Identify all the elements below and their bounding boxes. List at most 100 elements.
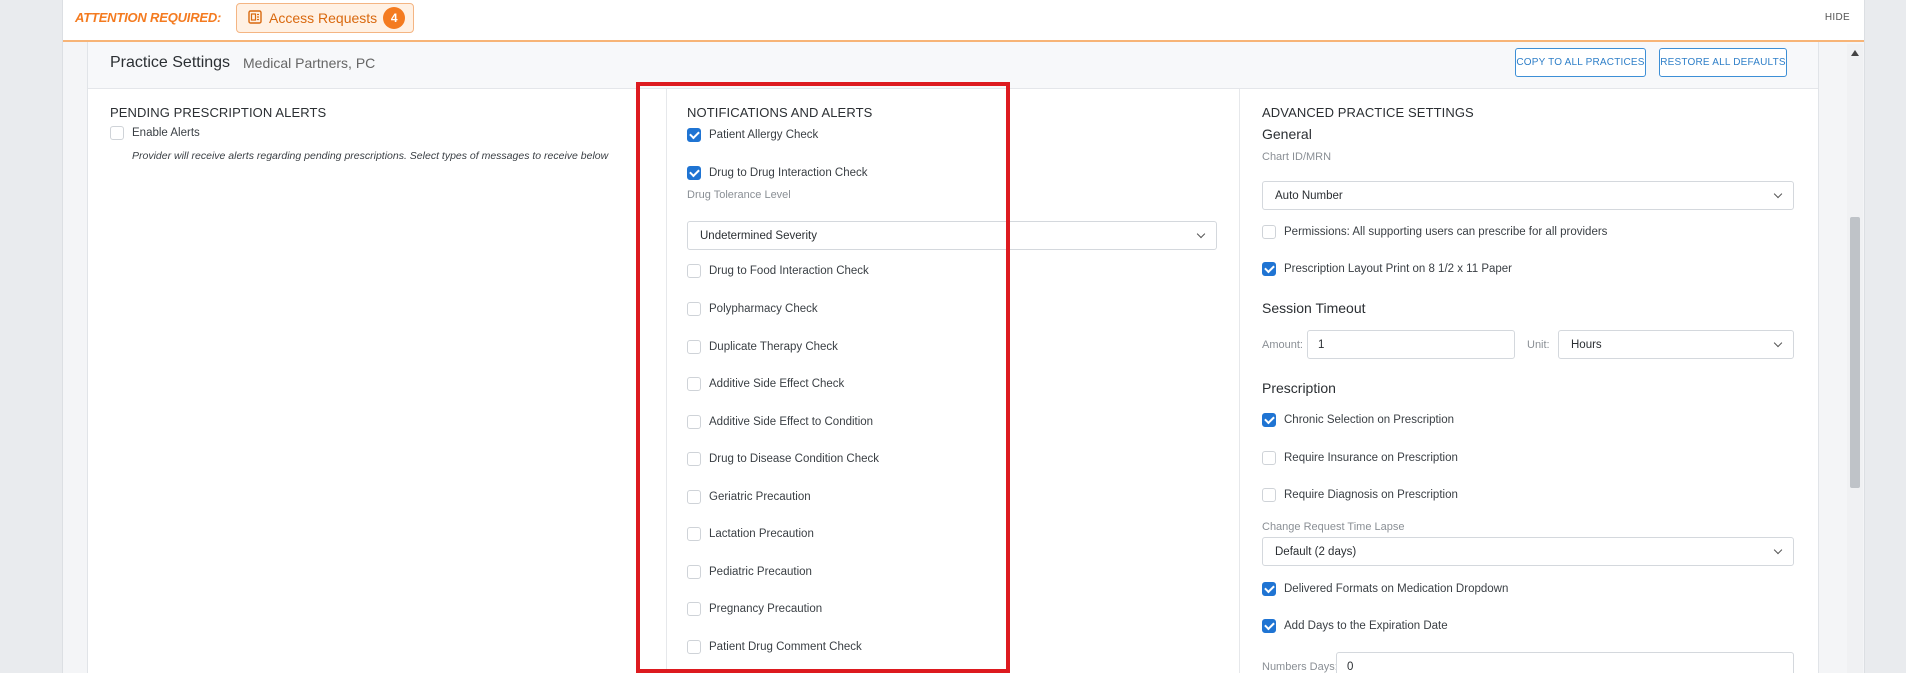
chart-id-select[interactable]: Auto Number — [1262, 181, 1794, 210]
checkbox-box[interactable] — [687, 264, 701, 278]
pending-alerts-column: PENDING PRESCRIPTION ALERTS Enable Alert… — [88, 89, 666, 673]
checkbox-box[interactable] — [687, 128, 701, 142]
checkbox-box[interactable] — [1262, 451, 1276, 465]
pending-alerts-helper-text: Provider will receive alerts regarding p… — [132, 150, 609, 162]
require-diagnosis-checkbox[interactable]: Require Diagnosis on Prescription — [1262, 488, 1458, 502]
prescription-subtitle: Prescription — [1262, 380, 1336, 396]
patient-allergy-check-checkbox[interactable]: Patient Allergy Check — [687, 128, 818, 142]
permissions-label: Permissions: All supporting users can pr… — [1284, 226, 1608, 238]
drug-disease-condition-checkbox[interactable]: Drug to Disease Condition Check — [687, 452, 879, 466]
restore-all-defaults-button[interactable]: RESTORE ALL DEFAULTS — [1659, 48, 1787, 77]
attention-bar: ATTENTION REQUIRED: Access Requests 4 HI… — [63, 0, 1864, 42]
drug-food-interaction-checkbox[interactable]: Drug to Food Interaction Check — [687, 264, 869, 278]
checkbox-label: Lactation Precaution — [709, 528, 814, 540]
chart-id-value: Auto Number — [1275, 189, 1343, 202]
polypharmacy-check-checkbox[interactable]: Polypharmacy Check — [687, 302, 818, 316]
access-requests-label: Access Requests — [269, 10, 378, 26]
change-request-select[interactable]: Default (2 days) — [1262, 537, 1794, 566]
additive-side-effect-checkbox[interactable]: Additive Side Effect Check — [687, 377, 844, 391]
chevron-down-icon — [1773, 189, 1783, 199]
chronic-selection-label: Chronic Selection on Prescription — [1284, 414, 1455, 426]
checkbox-box[interactable] — [687, 527, 701, 541]
patient-drug-comment-checkbox[interactable]: Patient Drug Comment Check — [687, 640, 862, 654]
checkbox-box[interactable] — [687, 166, 701, 180]
checkbox-box[interactable] — [687, 565, 701, 579]
session-timeout-subtitle: Session Timeout — [1262, 300, 1366, 316]
enable-alerts-checkbox[interactable]: Enable Alerts — [110, 126, 200, 140]
permissions-checkbox[interactable]: Permissions: All supporting users can pr… — [1262, 225, 1607, 239]
drug-tolerance-value: Undetermined Severity — [700, 229, 817, 242]
lactation-precaution-checkbox[interactable]: Lactation Precaution — [687, 527, 814, 541]
require-insurance-label: Require Insurance on Prescription — [1284, 452, 1458, 464]
hide-link[interactable]: HIDE — [1825, 12, 1850, 23]
require-insurance-checkbox[interactable]: Require Insurance on Prescription — [1262, 451, 1458, 465]
notifications-column: NOTIFICATIONS AND ALERTS Patient Allergy… — [666, 89, 1240, 673]
chevron-down-icon — [1773, 338, 1783, 348]
chronic-selection-checkbox[interactable]: Chronic Selection on Prescription — [1262, 413, 1454, 427]
unit-label: Unit: — [1527, 339, 1550, 351]
change-request-label: Change Request Time Lapse — [1262, 521, 1405, 533]
checkbox-box[interactable] — [687, 452, 701, 466]
attention-label: ATTENTION REQUIRED: — [75, 10, 222, 25]
checkbox-box[interactable] — [1262, 488, 1276, 502]
access-requests-button[interactable]: Access Requests 4 — [236, 3, 415, 33]
additive-side-effect-condition-checkbox[interactable]: Additive Side Effect to Condition — [687, 415, 873, 429]
checkbox-box[interactable] — [687, 640, 701, 654]
geriatric-precaution-checkbox[interactable]: Geriatric Precaution — [687, 490, 811, 504]
checkbox-box[interactable] — [1262, 619, 1276, 633]
checkbox-box[interactable] — [687, 302, 701, 316]
checkbox-box[interactable] — [687, 415, 701, 429]
layout-print-checkbox[interactable]: Prescription Layout Print on 8 1/2 x 11 … — [1262, 262, 1512, 276]
add-days-label: Add Days to the Expiration Date — [1284, 620, 1448, 632]
checkbox-box[interactable] — [687, 340, 701, 354]
copy-to-all-practices-button[interactable]: COPY TO ALL PRACTICES — [1515, 48, 1646, 77]
scroll-up-arrow-icon[interactable] — [1851, 50, 1859, 56]
numbers-days-input[interactable]: 0 — [1336, 652, 1794, 673]
notifications-title: NOTIFICATIONS AND ALERTS — [687, 105, 873, 120]
numbers-days-value: 0 — [1347, 660, 1354, 673]
amount-input[interactable]: 1 — [1307, 330, 1515, 359]
checkbox-label: Drug to Drug Interaction Check — [709, 167, 868, 179]
numbers-days-label: Numbers Days: — [1262, 661, 1338, 673]
drug-drug-interaction-checkbox[interactable]: Drug to Drug Interaction Check — [687, 166, 868, 180]
chevron-down-icon — [1773, 545, 1783, 555]
checkbox-label: Polypharmacy Check — [709, 303, 818, 315]
checkbox-box[interactable] — [687, 490, 701, 504]
pediatric-precaution-checkbox[interactable]: Pediatric Precaution — [687, 565, 812, 579]
checkbox-label: Additive Side Effect to Condition — [709, 416, 874, 428]
delivered-formats-checkbox[interactable]: Delivered Formats on Medication Dropdown — [1262, 582, 1508, 596]
add-days-checkbox[interactable]: Add Days to the Expiration Date — [1262, 619, 1448, 633]
scrollbar-thumb[interactable] — [1850, 217, 1860, 488]
checkbox-box[interactable] — [1262, 582, 1276, 596]
vertical-scrollbar[interactable] — [1847, 44, 1863, 673]
require-diagnosis-label: Require Diagnosis on Prescription — [1284, 489, 1458, 501]
checkbox-label: Additive Side Effect Check — [709, 378, 845, 390]
amount-label: Amount: — [1262, 339, 1303, 351]
unit-select[interactable]: Hours — [1558, 330, 1794, 359]
chevron-down-icon — [1196, 229, 1206, 239]
checkbox-box[interactable] — [1262, 262, 1276, 276]
clipboard-icon — [247, 9, 263, 28]
pending-alerts-title: PENDING PRESCRIPTION ALERTS — [110, 105, 327, 120]
change-request-value: Default (2 days) — [1275, 545, 1357, 558]
drug-tolerance-select[interactable]: Undetermined Severity — [687, 221, 1217, 250]
checkbox-label: Pediatric Precaution — [709, 566, 812, 578]
layout-print-label: Prescription Layout Print on 8 1/2 x 11 … — [1284, 263, 1513, 275]
checkbox-label: Patient Drug Comment Check — [709, 641, 862, 653]
checkbox-box[interactable] — [687, 377, 701, 391]
checkbox-label: Pregnancy Precaution — [709, 603, 823, 615]
general-subtitle: General — [1262, 126, 1312, 142]
amount-value: 1 — [1318, 338, 1325, 351]
checkbox-box[interactable] — [1262, 225, 1276, 239]
delivered-formats-label: Delivered Formats on Medication Dropdown — [1284, 583, 1509, 595]
checkbox-box[interactable] — [1262, 413, 1276, 427]
duplicate-therapy-checkbox[interactable]: Duplicate Therapy Check — [687, 340, 838, 354]
enable-alerts-label: Enable Alerts — [132, 127, 200, 139]
checkbox-label: Geriatric Precaution — [709, 491, 811, 503]
pregnancy-precaution-checkbox[interactable]: Pregnancy Precaution — [687, 602, 822, 616]
checkbox-box[interactable] — [687, 602, 701, 616]
checkbox-box[interactable] — [110, 126, 124, 140]
app-window: ATTENTION REQUIRED: Access Requests 4 HI… — [62, 0, 1865, 673]
page-title: Practice Settings — [110, 54, 231, 71]
advanced-settings-column: ADVANCED PRACTICE SETTINGS General Chart… — [1240, 89, 1818, 673]
